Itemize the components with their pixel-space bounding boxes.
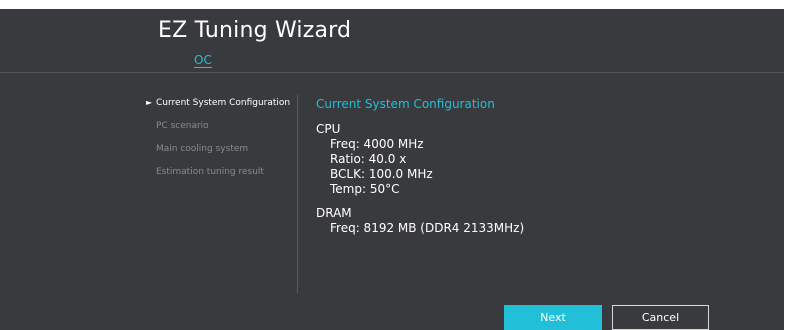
step-estimation-tuning-result[interactable]: Estimation tuning result [146, 165, 296, 188]
step-label: Main cooling system [156, 144, 249, 154]
header-divider [0, 72, 784, 73]
step-arrow-icon: ► [146, 98, 153, 107]
tuning-wizard-dialog: EZ Tuning Wizard OC ► Current System Con… [0, 9, 784, 330]
step-main-cooling-system[interactable]: Main cooling system [146, 142, 296, 165]
cancel-button[interactable]: Cancel [612, 305, 709, 330]
tab-oc[interactable]: OC [194, 53, 212, 68]
cpu-ratio: Ratio: 40.0 x [330, 152, 407, 166]
dram-heading: DRAM [316, 206, 352, 220]
step-label: PC scenario [156, 121, 209, 131]
wizard-steps: ► Current System Configuration PC scenar… [146, 96, 296, 188]
step-label: Current System Configuration [156, 98, 291, 108]
step-current-system-configuration[interactable]: ► Current System Configuration [146, 96, 296, 119]
cpu-bclk: BCLK: 100.0 MHz [330, 167, 433, 181]
step-label: Estimation tuning result [156, 167, 264, 177]
config-panel: Current System Configuration CPU Freq: 4… [316, 96, 524, 236]
step-pc-scenario[interactable]: PC scenario [146, 119, 296, 142]
wizard-title: EZ Tuning Wizard [158, 18, 352, 43]
cpu-temp: Temp: 50°C [330, 182, 400, 196]
section-title: Current System Configuration [316, 97, 495, 111]
next-button[interactable]: Next [504, 305, 602, 330]
vertical-divider [297, 95, 298, 293]
dram-freq: Freq: 8192 MB (DDR4 2133MHz) [330, 221, 525, 235]
cpu-freq: Freq: 4000 MHz [330, 137, 424, 151]
cpu-heading: CPU [316, 122, 341, 136]
